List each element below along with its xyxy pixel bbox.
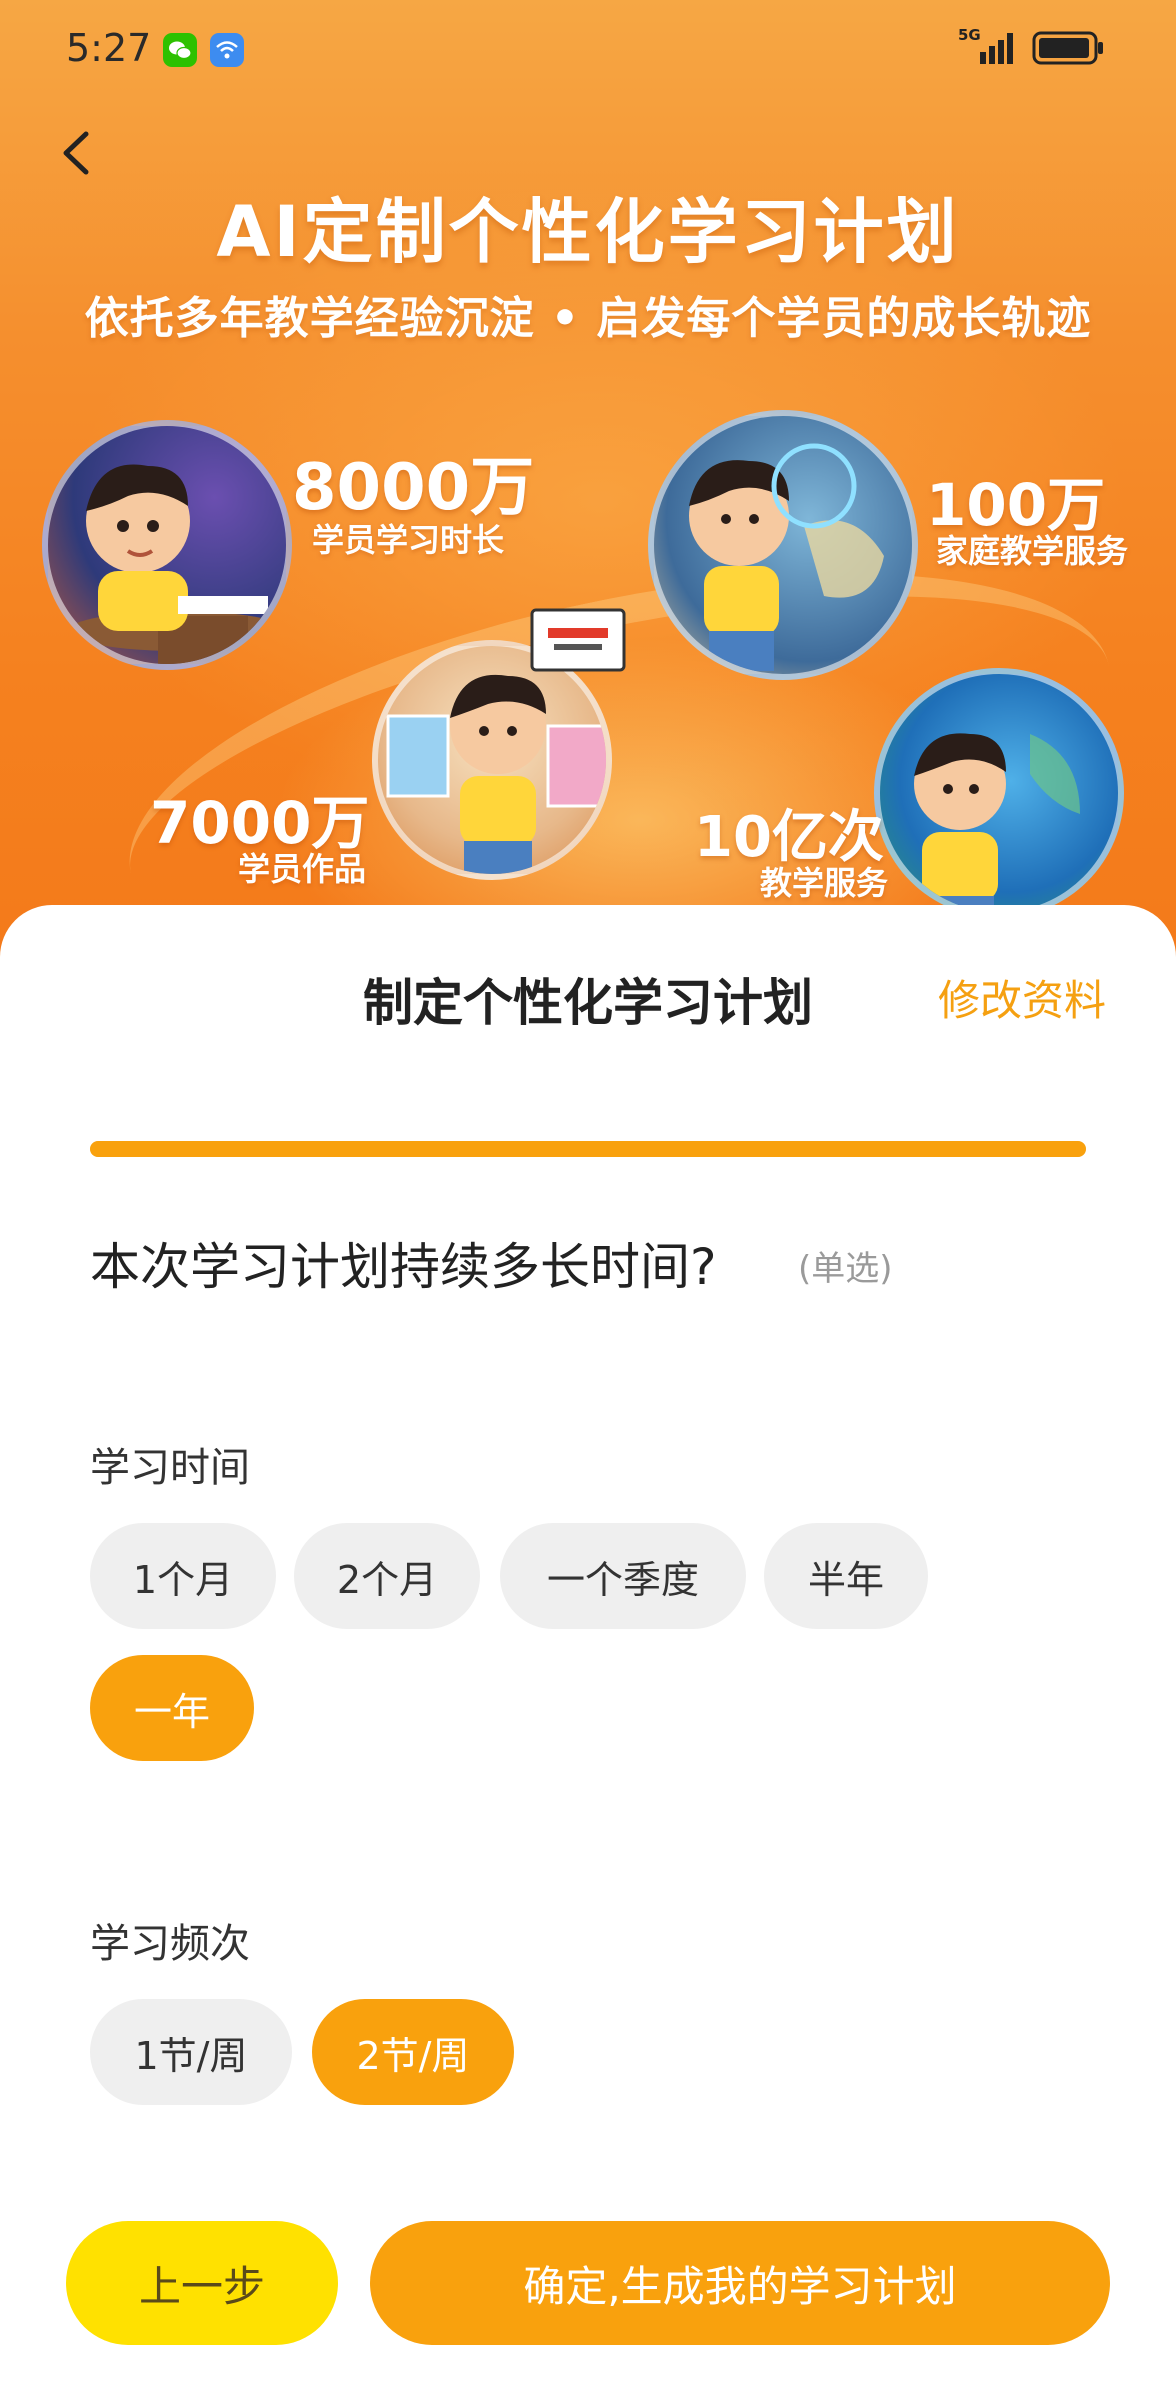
duration-group-label: 学习时间 <box>90 1445 250 1491</box>
battery-icon <box>1032 31 1103 65</box>
plan-form-sheet: 制定个性化学习计划 修改资料 本次学习计划持续多长时间? (单选) 学习时间 1… <box>0 905 1176 2400</box>
progress-bar <box>90 1141 1086 1157</box>
kid-globe-illustration <box>689 443 884 671</box>
confirm-generate-plan-button[interactable]: 确定,生成我的学习计划 <box>370 2221 1110 2345</box>
duration-option-one-year[interactable]: 一年 <box>90 1655 254 1761</box>
duration-option-half-year[interactable]: 半年 <box>764 1523 928 1629</box>
stat-label-family-service: 家庭教学服务 <box>936 532 1129 570</box>
progress-fill <box>90 1141 1086 1157</box>
sign-board-illustration <box>530 608 626 672</box>
stat-label-teaching-service: 教学服务 <box>760 864 889 902</box>
frequency-option-1-per-week[interactable]: 1节/周 <box>90 1999 292 2105</box>
frequency-group-label: 学习频次 <box>90 1921 250 1967</box>
hero-banner: 5:27 5G AI定制个性化学习计划 依托多年教学经验沉淀 • 启发每个学员的… <box>0 0 1176 960</box>
wifi-app-icon <box>210 33 244 67</box>
kid-earth-illustration <box>914 733 1080 912</box>
signal-icon <box>980 33 1013 64</box>
status-time: 5:27 <box>66 26 152 70</box>
question-text: 本次学习计划持续多长时间? <box>90 1238 717 1296</box>
stat-illustration-teaching <box>874 668 1124 918</box>
back-arrow-icon[interactable] <box>56 128 100 178</box>
hero-title: AI定制个性化学习计划 <box>216 191 960 273</box>
kid-artwork-illustration <box>386 674 606 874</box>
stat-label-study-hours: 学员学习时长 <box>312 521 505 559</box>
stat-label-artworks: 学员作品 <box>238 850 367 888</box>
frequency-option-2-per-week[interactable]: 2节/周 <box>312 1999 514 2105</box>
edit-profile-link[interactable]: 修改资料 <box>938 967 1106 1028</box>
status-bar: 5:27 5G <box>0 0 1176 100</box>
stat-illustration-artwork <box>372 640 612 880</box>
kid-reading-illustration <box>68 464 286 664</box>
duration-option-2-months[interactable]: 2个月 <box>294 1523 480 1629</box>
stat-illustration-family <box>648 410 918 680</box>
duration-option-1-month[interactable]: 1个月 <box>90 1523 276 1629</box>
duration-option-quarter[interactable]: 一个季度 <box>500 1523 746 1629</box>
question-hint: (单选) <box>798 1249 893 1289</box>
wechat-icon <box>163 33 197 67</box>
stat-illustration-study <box>42 420 292 670</box>
previous-step-button[interactable]: 上一步 <box>66 2221 338 2345</box>
hero-subtitle: 依托多年教学经验沉淀 • 启发每个学员的成长轨迹 <box>84 293 1092 344</box>
